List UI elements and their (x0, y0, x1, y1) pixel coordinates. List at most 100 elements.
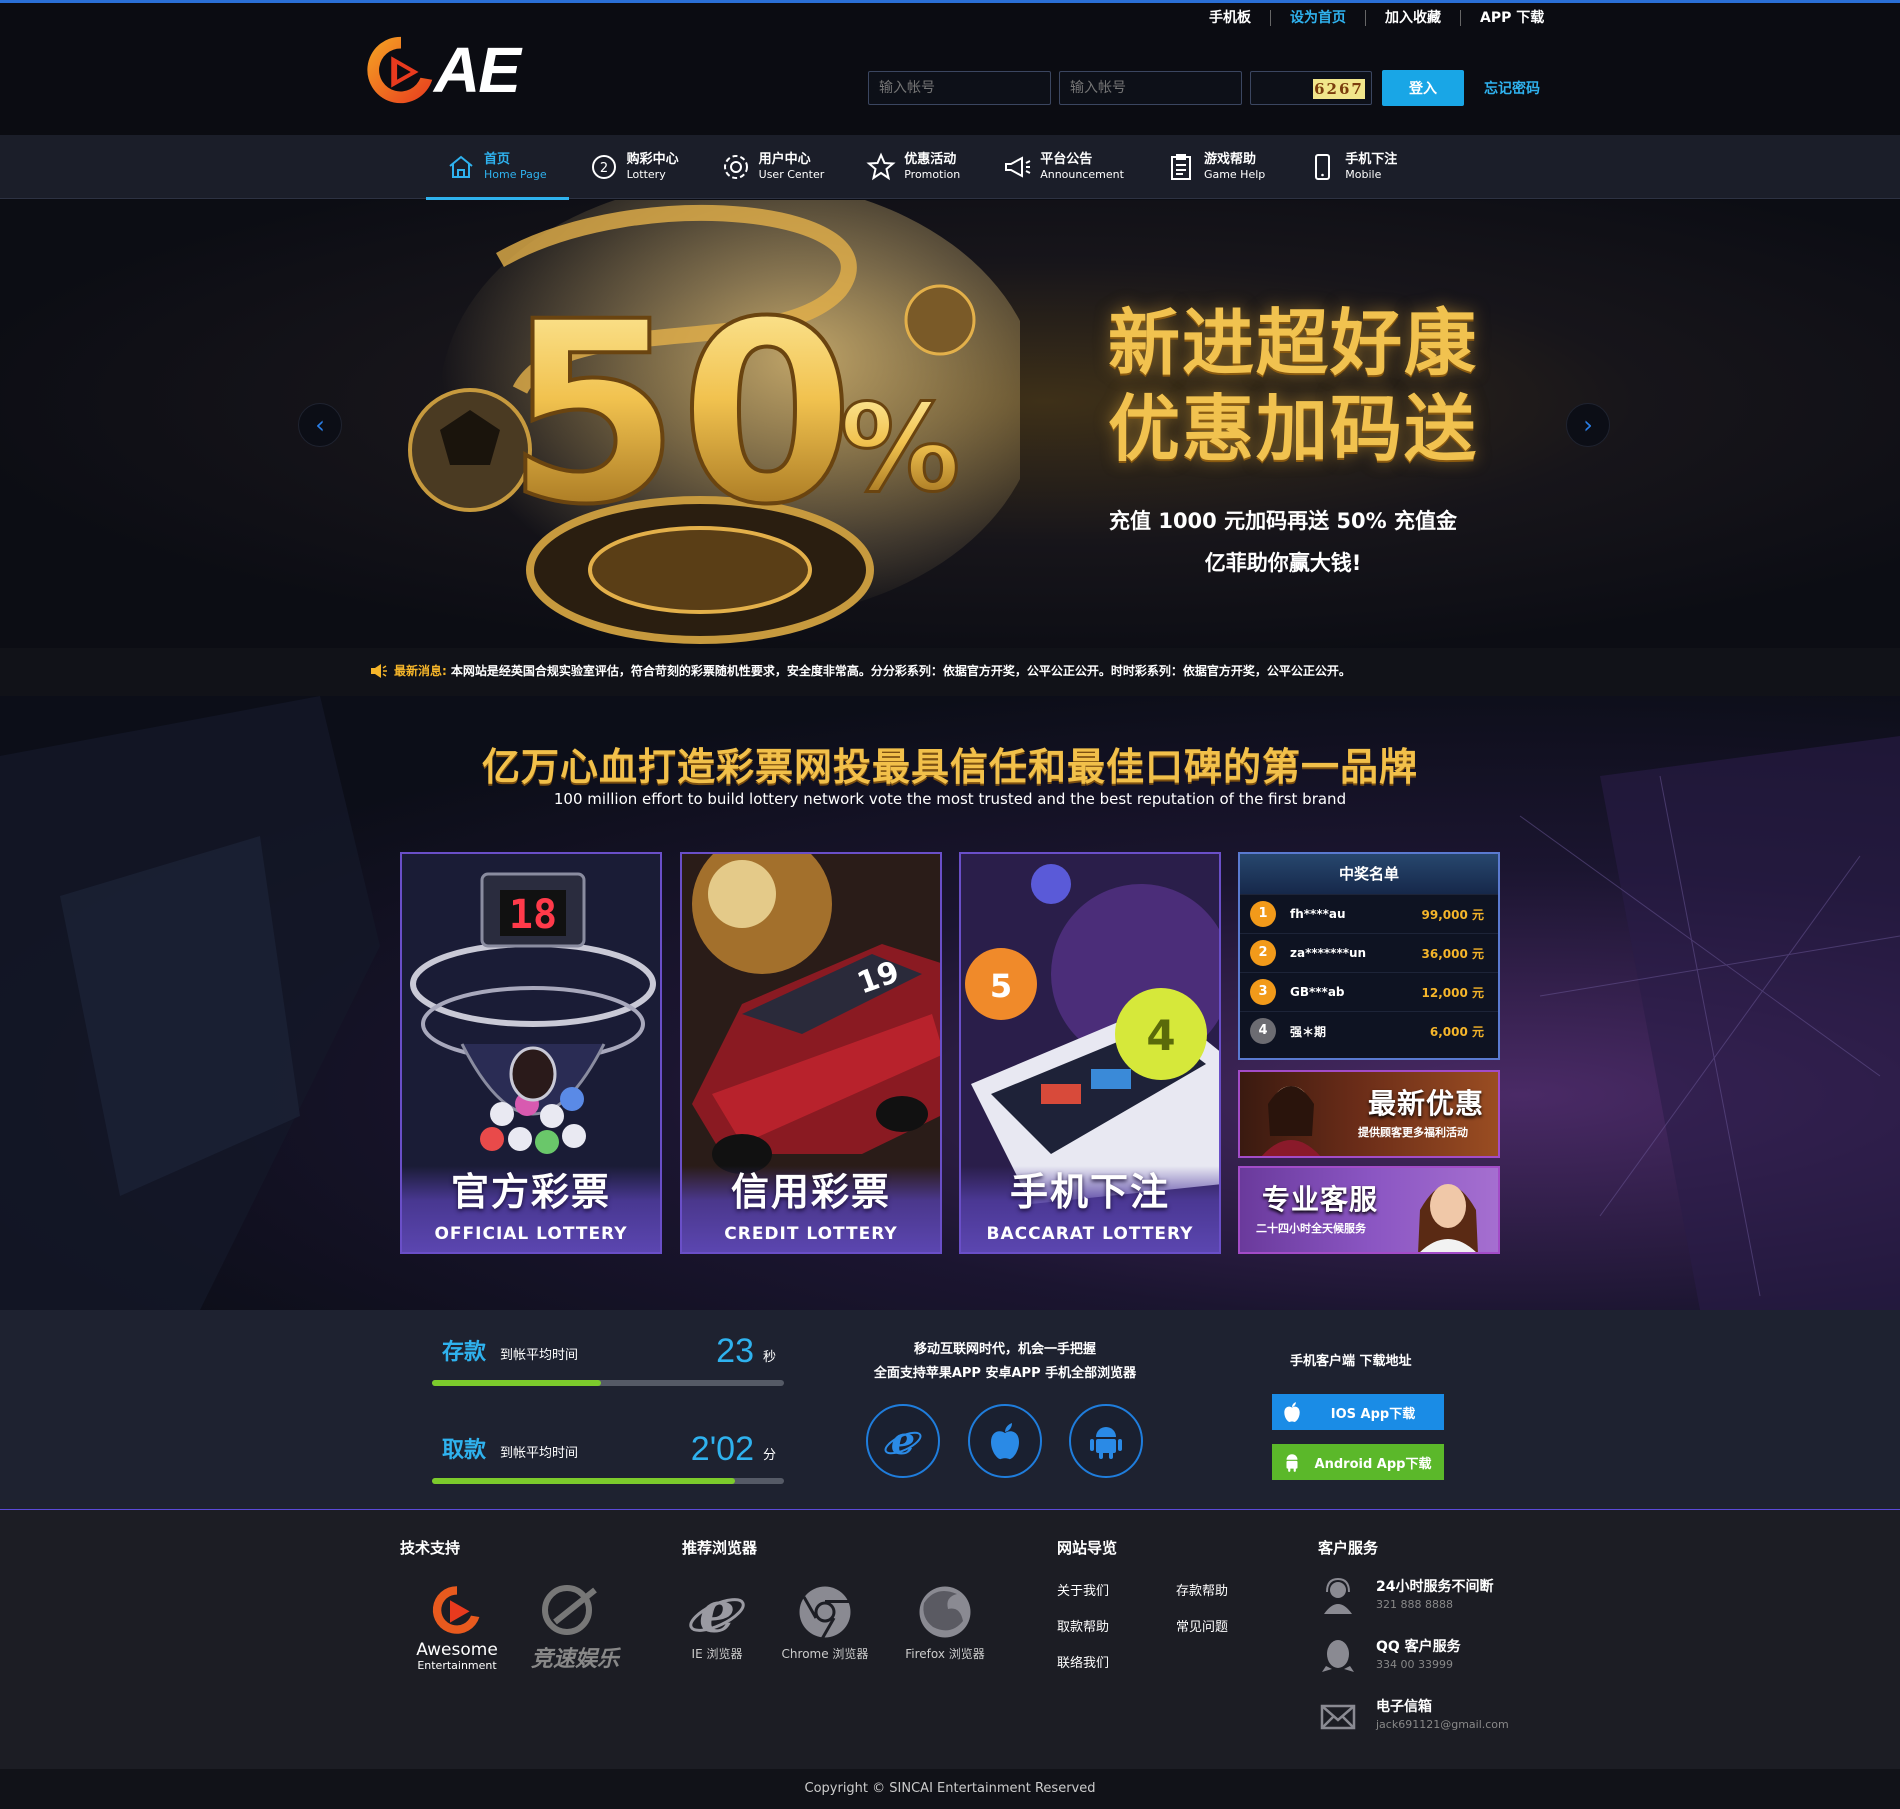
news-ticker: 最新消息: 本网站是经英国合规实验室评估，符合苛刻的彩票随机性要求，安全度非常高… (0, 648, 1900, 696)
cs-phone: 24小时服务不间断 321 888 8888 (1318, 1576, 1493, 1616)
main-nav: 首页 Home Page 2 购彩中心 Lottery 用户中心 User Cente… (0, 135, 1900, 200)
nav-label-en: Announcement (1040, 168, 1124, 181)
banner-next-button[interactable]: › (1566, 403, 1610, 447)
link-app-download[interactable]: APP 下载 (1460, 10, 1563, 26)
stat-value: 23 (716, 1332, 754, 1370)
banner-prev-button[interactable]: ‹ (298, 403, 342, 447)
chrome-browser-link[interactable]: Chrome 浏览器 (772, 1582, 878, 1662)
nav-label-en: User Center (758, 168, 825, 181)
logo-mark-icon (367, 36, 433, 104)
footer-link-deposit-help[interactable]: 存款帮助 (1176, 1580, 1228, 1599)
cs-title: QQ 客户服务 (1376, 1639, 1461, 1655)
promo-customer-service[interactable]: 专业客服 二十四小时全天候服务 (1238, 1166, 1500, 1254)
nav-item-home[interactable]: 首页 Home Page (426, 135, 569, 200)
brand-headline: 亿万心血打造彩票网投最具信任和最佳口碑的第一品牌 (481, 745, 1418, 789)
winner-name: GB***ab (1290, 985, 1345, 999)
svg-text:5: 5 (990, 967, 1012, 1005)
android-download-button[interactable]: Android App下载 (1272, 1444, 1444, 1480)
card-subtitle: CREDIT LOTTERY (724, 1224, 898, 1244)
firefox-label: Firefox 浏览器 (905, 1647, 985, 1661)
banner-title-line1: 新进超好康 (1108, 301, 1479, 385)
captcha-input[interactable]: 6267 (1250, 71, 1372, 105)
nav-item-lottery[interactable]: 2 购彩中心 Lottery (569, 135, 701, 199)
promo-latest-offers[interactable]: 最新优惠 提供顾客更多福利活动 (1238, 1070, 1500, 1158)
brand-headline-en: 100 million effort to build lottery netw… (553, 790, 1347, 808)
account-input[interactable] (868, 71, 1051, 105)
stat-title: 取款 (442, 1438, 487, 1463)
page: 手机板 设为首页 加入收藏 APP 下载 AE 6267 登入 忘记密码 (0, 0, 1900, 1809)
phone-icon (1315, 154, 1331, 180)
footer: 技术支持 Awesome Entertainment 竞速娱乐 推荐浏览器 e … (0, 1510, 1900, 1769)
card-credit-lottery[interactable]: 19 信用彩票 CREDIT LOTTERY (680, 852, 942, 1254)
promo-host-image (1261, 1086, 1321, 1156)
chrome-label: Chrome 浏览器 (781, 1647, 869, 1661)
winners-list: 中奖名单 1 fh****au 99,000 元 2 za*******un 3… (1238, 852, 1500, 1060)
nav-item-user-center[interactable]: 用户中心 User Center (701, 135, 847, 199)
nav-label-zh: 首页 (484, 152, 511, 167)
jingsu-logo-text: 竞速娱乐 (530, 1647, 619, 1672)
ie-icon: e (884, 1421, 922, 1461)
winner-amount: 36,000 元 (1421, 946, 1485, 961)
android-app-button[interactable] (1069, 1404, 1143, 1478)
digital-display: 18 (509, 892, 557, 938)
link-mobile-version[interactable]: 手机板 (1190, 10, 1270, 26)
firefox-browser-link[interactable]: Firefox 浏览器 (892, 1582, 998, 1662)
nav-item-mobile[interactable]: 手机下注 Mobile (1287, 135, 1419, 199)
user-headset-icon (1324, 1577, 1352, 1614)
android-icon (1090, 1427, 1122, 1459)
stat-label: 到帐平均时间 (500, 1446, 579, 1461)
stat-label: 到帐平均时间 (500, 1348, 579, 1363)
stat-unit: 秒 (762, 1350, 776, 1365)
news-text: 本网站是经英国合规实验室评估，符合苛刻的彩票随机性要求，安全度非常高。分分彩系列… (450, 664, 1351, 678)
nav-item-promotion[interactable]: 优惠活动 Promotion (846, 135, 982, 199)
card-title: 信用彩票 (730, 1170, 891, 1214)
promo-subtitle: 二十四小时全天候服务 (1256, 1222, 1366, 1235)
qq-icon (1322, 1640, 1354, 1672)
top-links: 手机板 设为首页 加入收藏 APP 下载 (1190, 10, 1563, 26)
nav-item-game-help[interactable]: 游戏帮助 Game Help (1146, 135, 1287, 199)
link-add-favorite[interactable]: 加入收藏 (1365, 10, 1460, 26)
promo-title: 专业客服 (1262, 1183, 1379, 1216)
nav-label-zh: 平台公告 (1040, 152, 1093, 167)
card-mobile-betting[interactable]: 5 4 手机下注 BACCARAT LOTTERY (959, 852, 1221, 1254)
captcha-image[interactable]: 6267 (1313, 79, 1365, 99)
mobile-line1: 移动互联网时代，机会一手把握 (913, 1342, 1096, 1357)
footer-link-contact[interactable]: 联络我们 (1057, 1652, 1109, 1671)
top-accent-line (0, 0, 1900, 3)
svg-text:e: e (891, 1421, 915, 1461)
password-input[interactable] (1059, 71, 1242, 105)
cs-email: 电子信箱 jack691121@gmail.com (1318, 1696, 1509, 1736)
banner-artwork: 50 % (408, 200, 1020, 644)
nav-label-zh: 手机下注 (1345, 152, 1398, 167)
winner-rank: 2 (1250, 940, 1276, 966)
cs-sub: 321 888 8888 (1376, 1598, 1453, 1611)
service-agent-image (1418, 1184, 1478, 1252)
winner-row: 2 za*******un 36,000 元 (1240, 933, 1498, 972)
nav-item-announcement[interactable]: 平台公告 Announcement (982, 135, 1146, 199)
card-subtitle: BACCARAT LOTTERY (986, 1224, 1194, 1244)
mobile-support-text: 移动互联网时代，机会一手把握 全面支持苹果APP 安卓APP 手机全部浏览器 (840, 1338, 1170, 1386)
link-set-homepage[interactable]: 设为首页 (1270, 10, 1365, 26)
banner-title: 新进超好康 优惠加码送 (1108, 300, 1478, 472)
footer-link-withdraw-help[interactable]: 取款帮助 (1057, 1616, 1109, 1635)
banner-sub-line2: 亿菲助你赢大钱! (1204, 551, 1362, 575)
ios-download-button[interactable]: IOS App下载 (1272, 1394, 1444, 1430)
footer-link-about[interactable]: 关于我们 (1057, 1580, 1109, 1599)
banner-subtitle: 充值 1000 元加码再送 50% 充值金 亿菲助你赢大钱! (1108, 500, 1458, 584)
stat-progress-fill (432, 1380, 601, 1386)
apple-app-button[interactable] (968, 1404, 1042, 1478)
site-logo[interactable]: AE (362, 30, 542, 110)
cs-title: 24小时服务不间断 (1376, 1579, 1494, 1595)
cs-title: 电子信箱 (1376, 1699, 1432, 1715)
footer-link-faq[interactable]: 常见问题 (1176, 1616, 1228, 1635)
winner-rank: 3 (1250, 979, 1276, 1005)
stat-progress-bar (432, 1380, 784, 1386)
ie-browser-button[interactable]: e (866, 1404, 940, 1478)
ie-browser-link[interactable]: e IE 浏览器 (672, 1579, 762, 1662)
login-button[interactable]: 登入 (1382, 70, 1464, 106)
banner-percent: % (840, 380, 960, 519)
card-official-lottery[interactable]: 18 官方彩票 OFFICIAL LOTTERY (400, 852, 662, 1254)
forgot-password-link[interactable]: 忘记密码 (1484, 78, 1540, 98)
winner-amount: 12,000 元 (1421, 985, 1485, 1000)
winner-rank: 4 (1250, 1018, 1276, 1044)
